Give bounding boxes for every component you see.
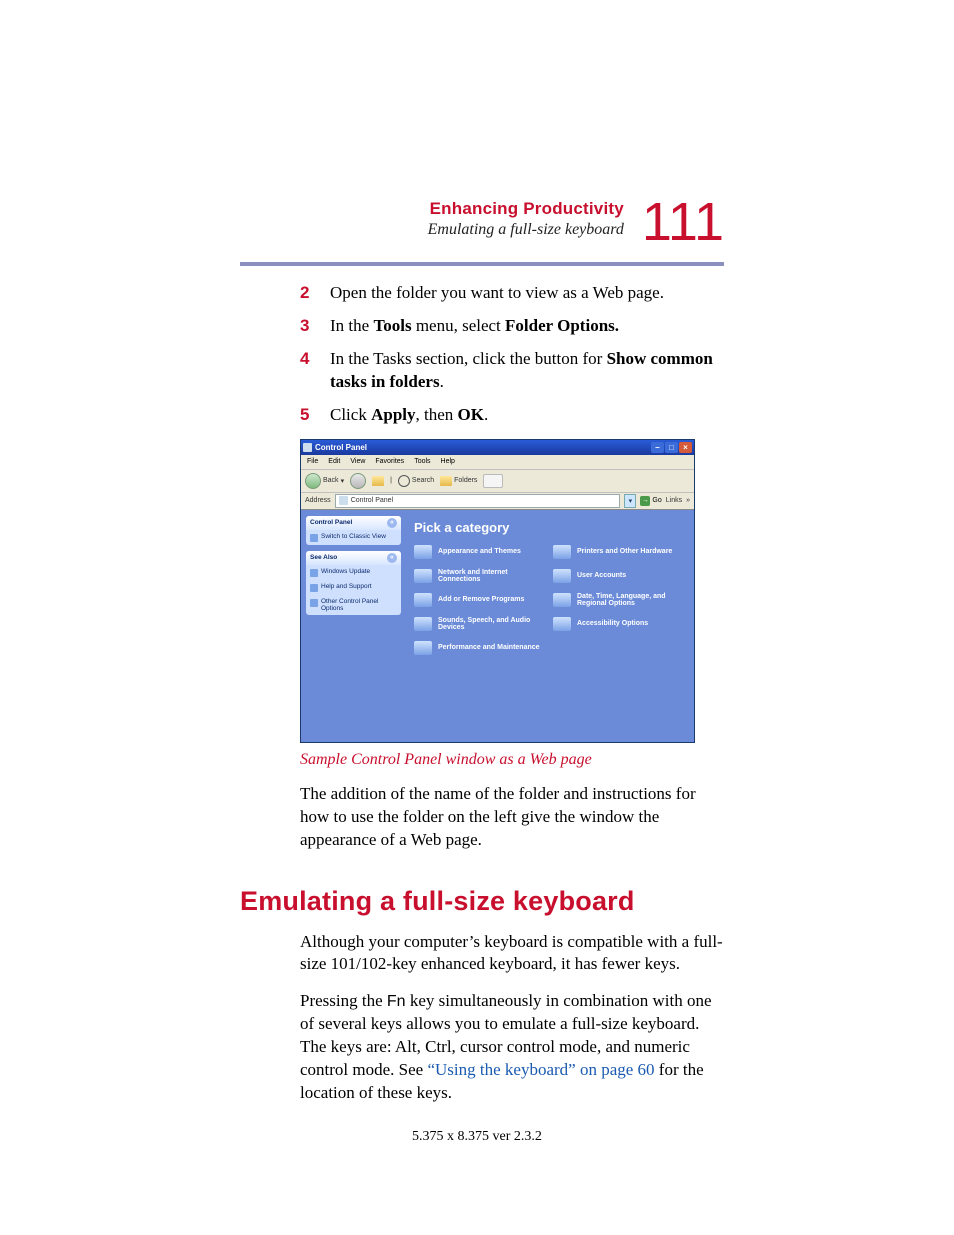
main-panel: Pick a category Appearance and Themes Pr… [406,510,694,742]
category-performance[interactable]: Performance and Maintenance [414,641,547,655]
category-sounds[interactable]: Sounds, Speech, and Audio Devices [414,617,547,631]
control-panel-icon [303,443,312,452]
sidebar-item-switch-view[interactable]: Switch to Classic View [306,530,401,545]
main-heading: Pick a category [414,520,686,535]
figure-control-panel: Control Panel – □ × File Edit View Favor… [300,439,695,769]
close-button[interactable]: × [679,442,692,453]
sidebar-box-title: Control Panel [310,519,352,526]
sidebar-see-also-box: See Also « Windows Update Help and Suppor… [306,551,401,615]
address-field[interactable]: Control Panel [335,494,621,508]
accessibility-icon [553,617,571,631]
folders-icon [440,476,452,486]
search-button[interactable]: Search [398,475,434,487]
minimize-button[interactable]: – [651,442,664,453]
address-dropdown[interactable]: ▾ [624,494,636,508]
step-text: Click Apply, then OK. [330,404,488,427]
category-accessibility[interactable]: Accessibility Options [553,617,686,631]
step-3: 3 In the Tools menu, select Folder Optio… [300,315,724,338]
section-heading: Emulating a full-size keyboard [240,886,724,917]
category-network[interactable]: Network and Internet Connections [414,569,547,583]
category-users[interactable]: User Accounts [553,569,686,583]
step-text: In the Tools menu, select Folder Options… [330,315,619,338]
category-appearance[interactable]: Appearance and Themes [414,545,547,559]
go-icon: → [640,496,650,506]
search-icon [398,475,410,487]
header-section-title: Emulating a full-size keyboard [428,221,624,239]
menu-tools[interactable]: Tools [414,458,430,465]
category-printers[interactable]: Printers and Other Hardware [553,545,686,559]
up-button[interactable] [372,476,384,486]
maximize-button[interactable]: □ [665,442,678,453]
options-icon [310,599,318,607]
step-5: 5 Click Apply, then OK. [300,404,724,427]
performance-icon [414,641,432,655]
sidebar-item-help[interactable]: Help and Support [306,580,401,595]
printers-icon [553,545,571,559]
window-titlebar: Control Panel – □ × [301,440,694,455]
sidebar-item-other-options[interactable]: Other Control Panel Options [306,595,401,615]
page-header: Enhancing Productivity Emulating a full-… [428,195,724,249]
toolbar: Back ▾ | Search Folders [301,470,694,493]
menu-help[interactable]: Help [441,458,455,465]
collapse-icon[interactable]: « [387,518,397,528]
switch-view-icon [310,534,318,542]
appearance-icon [414,545,432,559]
addressbar: Address Control Panel ▾ →Go Links » [301,493,694,510]
paragraph: Pressing the Fn key simultaneously in co… [300,990,724,1105]
header-rule [240,262,724,266]
step-number: 5 [300,404,316,427]
cross-reference-link[interactable]: “Using the keyboard” on page 60 [427,1060,654,1079]
step-4: 4 In the Tasks section, click the button… [300,348,724,394]
sidebar: Control Panel « Switch to Classic View Se… [301,510,406,742]
step-2: 2 Open the folder you want to view as a … [300,282,724,305]
folders-button[interactable]: Folders [440,476,477,486]
menubar: File Edit View Favorites Tools Help [301,455,694,470]
sidebar-item-windows-update[interactable]: Windows Update [306,565,401,580]
window-title: Control Panel [315,443,367,452]
users-icon [553,569,571,583]
datetime-icon [553,593,571,607]
category-datetime[interactable]: Date, Time, Language, and Regional Optio… [553,593,686,607]
network-icon [414,569,432,583]
address-label: Address [305,497,331,504]
forward-button[interactable] [350,473,366,489]
step-text: In the Tasks section, click the button f… [330,348,724,394]
page-number: 111 [642,195,724,249]
menu-favorites[interactable]: Favorites [375,458,404,465]
views-button[interactable] [483,474,503,488]
globe-icon [310,569,318,577]
addremove-icon [414,593,432,607]
figure-caption: Sample Control Panel window as a Web pag… [300,751,695,769]
menu-view[interactable]: View [350,458,365,465]
menu-file[interactable]: File [307,458,318,465]
page-footer: 5.375 x 8.375 ver 2.3.2 [0,1129,954,1145]
chapter-title: Enhancing Productivity [428,199,624,219]
back-button[interactable]: Back ▾ [305,473,344,489]
address-icon [339,496,348,505]
address-value: Control Panel [351,497,393,504]
sidebar-box-title: See Also [310,554,337,561]
links-chevron-icon[interactable]: » [686,497,690,504]
category-addremove[interactable]: Add or Remove Programs [414,593,547,607]
go-button[interactable]: →Go [640,496,661,506]
back-icon [305,473,321,489]
links-label[interactable]: Links [666,497,682,504]
help-icon [310,584,318,592]
paragraph: Although your computer’s keyboard is com… [300,931,724,977]
step-number: 4 [300,348,316,394]
sounds-icon [414,617,432,631]
sidebar-control-panel-box: Control Panel « Switch to Classic View [306,516,401,545]
collapse-icon[interactable]: « [387,553,397,563]
step-text: Open the folder you want to view as a We… [330,282,664,305]
fn-key: Fn [387,993,406,1010]
menu-edit[interactable]: Edit [328,458,340,465]
paragraph: The addition of the name of the folder a… [300,783,724,852]
step-number: 2 [300,282,316,305]
step-number: 3 [300,315,316,338]
